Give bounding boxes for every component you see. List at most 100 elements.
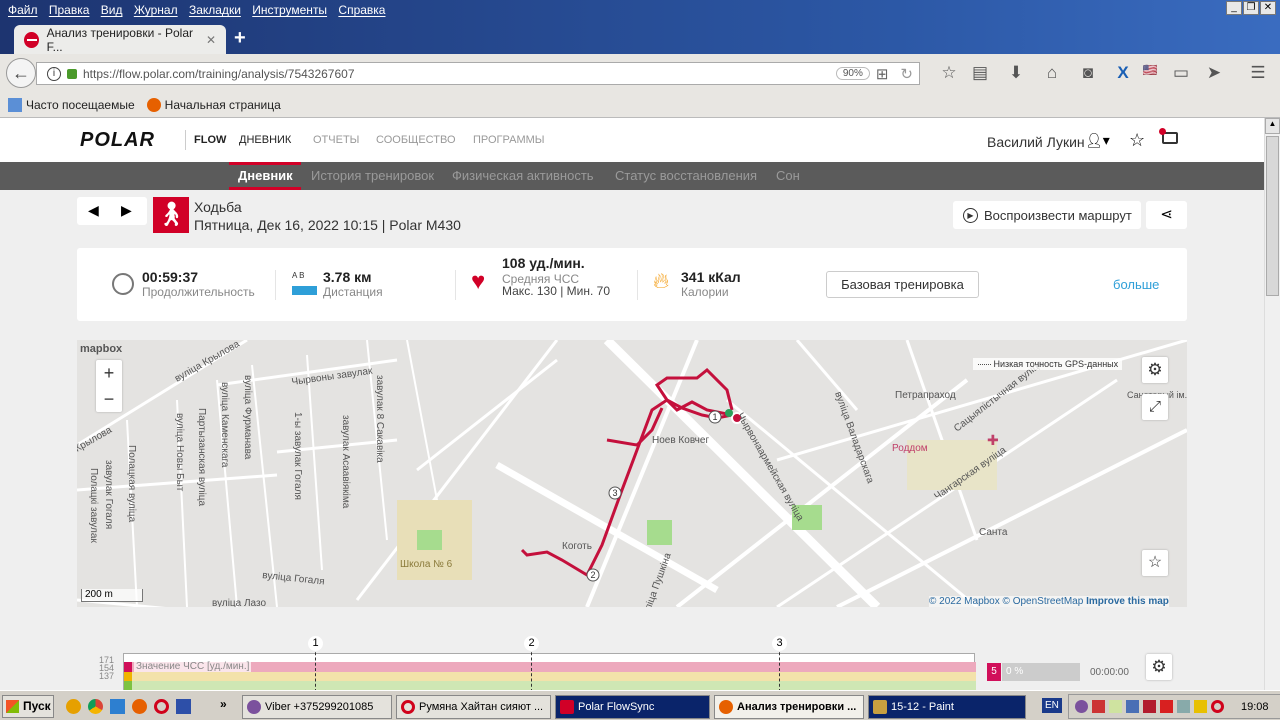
task-viber[interactable]: Viber +375299201085 <box>242 695 392 719</box>
bookmark-star-icon[interactable]: ☆ <box>937 63 961 83</box>
url-text[interactable]: https://flow.polar.com/training/analysis… <box>83 67 355 81</box>
favorites-star-icon[interactable]: ☆ <box>1129 130 1145 151</box>
subnav-recovery[interactable]: Статус восстановления <box>615 168 757 183</box>
firefox-icon <box>146 98 161 112</box>
subnav-diary[interactable]: Дневник <box>238 168 293 183</box>
reload-icon[interactable]: ↻ <box>900 65 913 83</box>
navigation-bar: i https://flow.polar.com/training/analys… <box>0 54 1280 93</box>
replay-route-button[interactable]: ▶ Воспроизвести маршрут <box>953 201 1141 229</box>
reader-view-icon[interactable]: ⊞ <box>876 65 889 83</box>
warning-tray-icon[interactable] <box>1194 700 1207 713</box>
more-link[interactable]: больше <box>1113 277 1159 292</box>
route-map[interactable]: 1 2 3 вуліца Крылова Крылова Чырвоны зав… <box>77 340 1187 607</box>
task-polar-flowsync[interactable]: Polar FlowSync <box>555 695 710 719</box>
menu-view[interactable]: Вид <box>101 3 123 17</box>
mapbox-logo[interactable]: mapbox <box>80 343 122 355</box>
reading-list-icon[interactable]: ▤ <box>968 63 992 83</box>
lock-icon <box>67 68 77 79</box>
next-session-button[interactable]: ▶ <box>121 202 132 219</box>
ruler-icon <box>292 286 317 295</box>
more-quicklaunch-chevron-icon[interactable]: » <box>220 697 227 711</box>
new-tab-button[interactable]: + <box>234 27 246 50</box>
firefox-icon[interactable] <box>132 699 147 714</box>
downloads-icon[interactable]: ⬇ <box>1004 63 1028 83</box>
menu-tools[interactable]: Инструменты <box>252 3 327 17</box>
us-flag-icon[interactable]: 🇺🇸 <box>1138 63 1162 77</box>
shield-tray-icon[interactable] <box>1143 700 1156 713</box>
fullscreen-expand-icon[interactable]: ⤢ <box>1142 394 1168 420</box>
map-settings-gear-icon[interactable]: ⚙ <box>1142 357 1168 383</box>
close-window-button[interactable]: ✕ <box>1260 1 1276 15</box>
nav-diary[interactable]: ДНЕВНИК <box>239 134 291 146</box>
home-icon[interactable]: ⌂ <box>1040 63 1064 83</box>
monitor-icon[interactable]: ▭ <box>1169 63 1193 83</box>
zoom-out-button[interactable]: − <box>96 386 122 412</box>
save-icon[interactable] <box>176 699 191 714</box>
task-paint[interactable]: 15-12 - Paint <box>868 695 1026 719</box>
chart-lap-1[interactable]: 1 <box>308 636 323 651</box>
user-name[interactable]: Василий Лукин <box>987 134 1085 150</box>
task-firefox-active[interactable]: Анализ тренировки ... <box>714 695 864 719</box>
menu-history[interactable]: Журнал <box>134 3 178 17</box>
map-canvas[interactable]: 1 2 3 вуліца Крылова Крылова Чырвоны зав… <box>77 340 1187 607</box>
polar-logo[interactable]: POLAR <box>80 129 155 152</box>
subnav-training-history[interactable]: История тренировок <box>311 168 434 183</box>
quicklaunch-icon[interactable] <box>66 699 81 714</box>
clock[interactable]: 19:08 <box>1241 701 1269 713</box>
extension-x-icon[interactable]: X <box>1111 63 1135 83</box>
menu-edit[interactable]: Правка <box>49 3 90 17</box>
zoom-level[interactable]: 90% <box>835 67 870 80</box>
summary-card: 00:59:37 Продолжительность A B 3.78 км Д… <box>77 248 1187 321</box>
bookmark-start-page[interactable]: Начальная страница <box>165 98 281 112</box>
bookmark-most-visited[interactable]: Часто посещаемые <box>26 98 135 112</box>
user-icon[interactable]: 👤︎▾ <box>1085 132 1110 149</box>
tray-icon[interactable] <box>1126 700 1139 713</box>
sport-name: Ходьба <box>194 199 242 215</box>
pocket-icon[interactable]: ◙ <box>1076 63 1100 83</box>
hr-plot-area[interactable]: Значение ЧСС [уд./мин.] <box>123 653 976 690</box>
share-button[interactable]: ⋖ <box>1146 201 1187 229</box>
menu-bookmarks[interactable]: Закладки <box>189 3 241 17</box>
zone-5-badge: 5 <box>987 663 1001 681</box>
menu-file[interactable]: Файл <box>8 3 38 17</box>
chrome-icon[interactable] <box>88 699 103 714</box>
previous-session-button[interactable]: ◀ <box>88 202 99 219</box>
viber-tray-icon[interactable] <box>1075 700 1088 713</box>
messages-icon[interactable] <box>1159 128 1178 144</box>
zoom-in-button[interactable]: + <box>96 360 122 386</box>
task-opera[interactable]: Румяна Хайтан сияют ... <box>396 695 551 719</box>
back-button[interactable]: ← <box>6 58 36 88</box>
training-benefit-button[interactable]: Базовая тренировка <box>826 271 979 298</box>
url-bar[interactable]: i https://flow.polar.com/training/analys… <box>36 62 920 85</box>
tray-icon[interactable] <box>1177 700 1190 713</box>
subnav-activity[interactable]: Физическая активность <box>452 168 594 183</box>
tray-icon[interactable] <box>1160 700 1173 713</box>
chart-settings-gear-icon[interactable]: ⚙ <box>1146 654 1172 680</box>
subnav-sleep[interactable]: Сон <box>776 168 800 183</box>
tab-training-analysis[interactable]: Анализ тренировки - Polar F... ✕ <box>14 25 226 54</box>
favorite-route-star-icon[interactable]: ☆ <box>1142 550 1168 576</box>
page-scrollbar[interactable]: ▲ <box>1264 118 1280 690</box>
chart-lap-3[interactable]: 3 <box>772 636 787 651</box>
restore-button[interactable]: ❐ <box>1243 1 1259 15</box>
send-icon[interactable]: ➤ <box>1202 63 1226 83</box>
hamburger-menu-icon[interactable]: ☰ <box>1246 63 1270 83</box>
language-indicator[interactable]: EN <box>1042 698 1062 713</box>
opera-icon[interactable] <box>154 699 169 714</box>
start-button[interactable]: Пуск <box>2 695 54 718</box>
chart-lap-2[interactable]: 2 <box>524 636 539 651</box>
opera-tray-icon[interactable] <box>1211 700 1224 713</box>
info-icon[interactable]: i <box>47 66 61 81</box>
nav-reports[interactable]: ОТЧЕТЫ <box>313 134 359 146</box>
map-label: вуліца Гогаля <box>262 570 325 587</box>
gps-accuracy-legend: ······· Низкая точность GPS-данных <box>973 358 1123 370</box>
tray-icon[interactable] <box>1109 700 1122 713</box>
close-tab-icon[interactable]: ✕ <box>206 33 216 47</box>
nav-programs[interactable]: ПРОГРАММЫ <box>473 134 545 146</box>
minimize-button[interactable]: _ <box>1226 1 1242 15</box>
tray-icon[interactable] <box>1092 700 1105 713</box>
map-label: завулак 8 Сакавіка <box>374 375 385 463</box>
quicklaunch-icon[interactable] <box>110 699 125 714</box>
menu-help[interactable]: Справка <box>338 3 385 17</box>
nav-community[interactable]: СООБЩЕСТВО <box>376 134 456 146</box>
